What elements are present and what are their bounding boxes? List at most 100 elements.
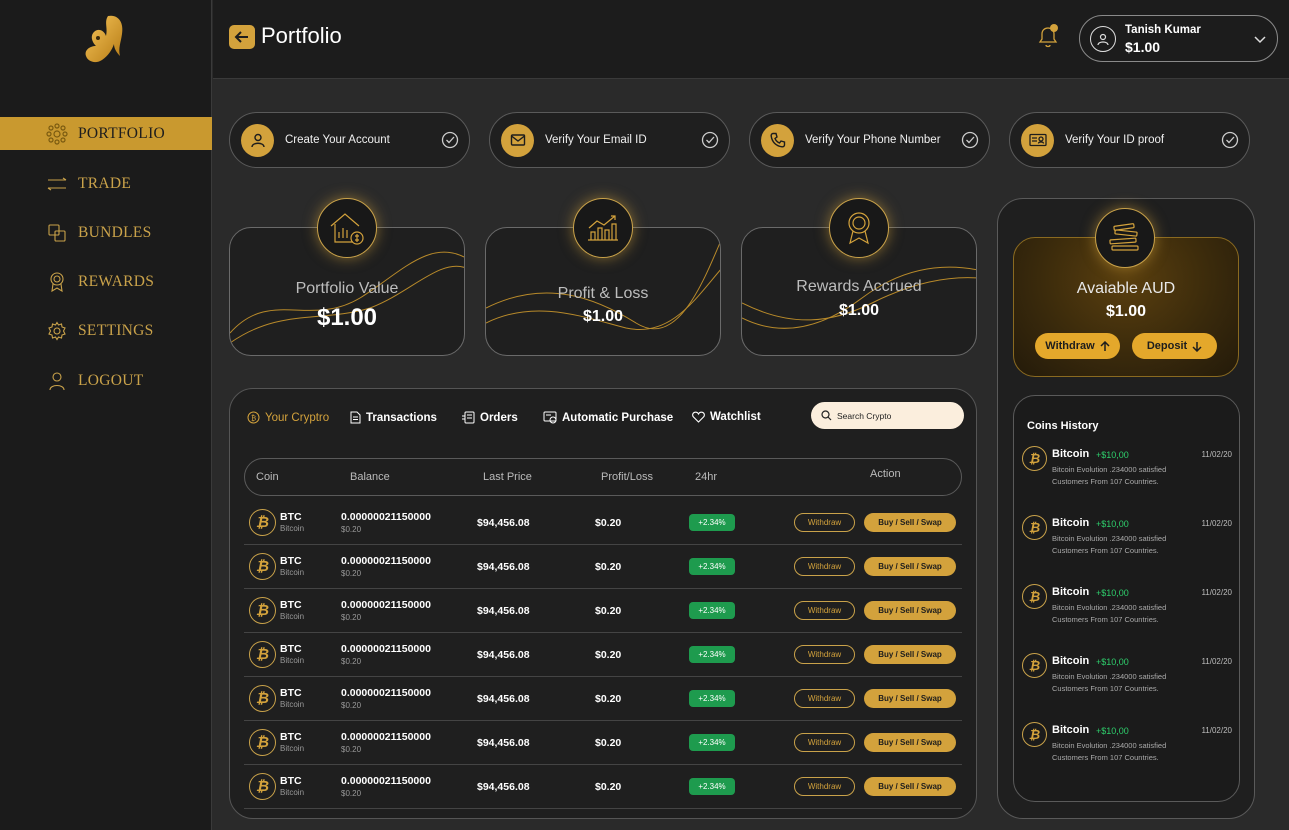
coin-symbol: BTC	[280, 687, 302, 699]
history-description: Bitcoin Evolution .234000 satisfied Cust…	[1052, 603, 1167, 624]
sidebar-item-logout[interactable]: LOGOUT	[0, 364, 212, 397]
sidebar-item-settings[interactable]: SETTINGS	[0, 314, 212, 347]
tab-watchlist[interactable]: Watchlist	[692, 411, 761, 423]
coin-balance-fiat: $0.20	[341, 701, 362, 710]
last-price: $94,456.08	[477, 605, 530, 617]
history-date: 11/02/20	[1201, 519, 1232, 528]
history-item[interactable]: ₿ Bitcoin +$10,00 11/02/20 Bitcoin Evolution…	[1022, 446, 1232, 496]
column-header: Last Price	[483, 471, 532, 483]
stat-value: $1.00	[838, 302, 880, 319]
table-row: ₿ BTC Bitcoin 0.00000021150000 $0.20 $94,456.…	[244, 501, 962, 545]
page-title: Portfolio	[261, 23, 342, 48]
id-card-icon	[1021, 123, 1054, 157]
brand-logo[interactable]	[78, 12, 130, 66]
buy-sell-swap-button[interactable]: Buy / Sell / Swap	[864, 513, 956, 532]
tab-transactions[interactable]: Transactions	[350, 411, 437, 424]
history-change: +$10,00	[1096, 450, 1129, 460]
coin-name: Bitcoin	[280, 700, 305, 709]
mail-icon	[501, 123, 534, 157]
search-icon	[821, 410, 832, 421]
buy-sell-swap-button[interactable]: Buy / Sell / Swap	[864, 645, 956, 664]
history-item[interactable]: ₿ Bitcoin +$10,00 11/02/20 Bitcoin Evolution…	[1022, 584, 1232, 634]
search-input[interactable]: Search Crypto	[811, 402, 964, 429]
row-withdraw-button[interactable]: Withdraw	[794, 689, 855, 708]
last-price: $94,456.08	[477, 517, 530, 529]
column-header: Coin	[256, 471, 279, 483]
history-description: Bitcoin Evolution .234000 satisfied Cust…	[1052, 741, 1167, 762]
buy-sell-swap-button[interactable]: Buy / Sell / Swap	[864, 733, 956, 752]
user-menu[interactable]: Tanish Kumar $1.00	[1079, 15, 1278, 62]
tab-label: Transactions	[366, 411, 437, 424]
step-verify-phone[interactable]: Verify Your Phone Number	[749, 112, 990, 168]
bitcoin-icon: ₿	[249, 641, 276, 668]
buy-sell-swap-button[interactable]: Buy / Sell / Swap	[864, 601, 956, 620]
aud-medal	[1095, 208, 1155, 268]
sidebar-item-rewards[interactable]: REWARDS	[0, 265, 212, 298]
change-badge: +2.34%	[689, 778, 735, 795]
profit-loss: $0.20	[595, 781, 622, 793]
bitcoin-icon: ₿	[1022, 584, 1047, 609]
step-verify-id[interactable]: Verify Your ID proof	[1009, 112, 1250, 168]
history-coin-name: Bitcoin	[1052, 724, 1090, 736]
row-withdraw-button[interactable]: Withdraw	[794, 645, 855, 664]
row-withdraw-button[interactable]: Withdraw	[794, 513, 855, 532]
trade-icon	[44, 173, 70, 195]
history-coin-name: Bitcoin	[1052, 655, 1090, 667]
aud-value: $1.00	[1105, 303, 1147, 320]
tab-orders[interactable]: Orders	[461, 411, 518, 424]
coin-name: Bitcoin	[280, 524, 305, 533]
last-price: $94,456.08	[477, 737, 530, 749]
notification-bell-icon[interactable]	[1036, 22, 1062, 50]
tab-label: Watchlist	[710, 411, 761, 423]
history-item[interactable]: ₿ Bitcoin +$10,00 11/02/20 Bitcoin Evolution…	[1022, 653, 1232, 703]
coin-balance: 0.00000021150000	[341, 599, 431, 611]
profit-loss: $0.20	[595, 517, 622, 529]
tab-automatic-purchase[interactable]: Automatic Purchase	[543, 411, 673, 424]
coin-symbol: BTC	[280, 643, 302, 655]
coin-symbol: BTC	[280, 555, 302, 567]
table-row: ₿ BTC Bitcoin 0.00000021150000 $0.20 $94,456.…	[244, 633, 962, 677]
coin-balance: 0.00000021150000	[341, 775, 431, 787]
heart-icon	[692, 411, 705, 423]
step-create-account[interactable]: Create Your Account	[229, 112, 470, 168]
row-withdraw-button[interactable]: Withdraw	[794, 557, 855, 576]
step-label: Verify Your Email ID	[545, 134, 647, 146]
history-description: Bitcoin Evolution .234000 satisfied Cust…	[1052, 672, 1167, 693]
back-button[interactable]	[229, 25, 255, 49]
settings-icon	[44, 320, 70, 342]
history-date: 11/02/20	[1201, 450, 1232, 459]
arrow-down-icon	[1192, 341, 1202, 352]
coins-stack-icon	[1109, 223, 1139, 251]
deposit-button[interactable]: Deposit	[1132, 333, 1217, 359]
buy-sell-swap-button[interactable]: Buy / Sell / Swap	[864, 777, 956, 796]
stat-title: Rewards Accrued	[796, 278, 922, 295]
coin-symbol: BTC	[280, 731, 302, 743]
orders-icon	[461, 411, 475, 424]
row-withdraw-button[interactable]: Withdraw	[794, 777, 855, 796]
sidebar-item-trade[interactable]: TRADE	[0, 167, 212, 200]
buy-sell-swap-button[interactable]: Buy / Sell / Swap	[864, 557, 956, 576]
history-change: +$10,00	[1096, 657, 1129, 667]
last-price: $94,456.08	[477, 561, 530, 573]
check-circle-icon	[1221, 131, 1239, 149]
coin-balance-fiat: $0.20	[341, 789, 362, 798]
row-withdraw-button[interactable]: Withdraw	[794, 733, 855, 752]
sidebar-item-bundles[interactable]: BUNDLES	[0, 216, 212, 249]
award-ribbon-icon	[848, 212, 870, 245]
history-item[interactable]: ₿ Bitcoin +$10,00 11/02/20 Bitcoin Evolution…	[1022, 515, 1232, 565]
history-item[interactable]: ₿ Bitcoin +$10,00 11/02/20 Bitcoin Evolution…	[1022, 722, 1232, 772]
sidebar-item-portfolio[interactable]: PORTFOLIO	[0, 117, 212, 150]
step-verify-email[interactable]: Verify Your Email ID	[489, 112, 730, 168]
bitcoin-icon: ₿	[249, 773, 276, 800]
withdraw-button[interactable]: Withdraw	[1035, 333, 1120, 359]
tab-your-crypto[interactable]: ₿ Your Cryptro	[247, 411, 329, 424]
buy-sell-swap-button[interactable]: Buy / Sell / Swap	[864, 689, 956, 708]
sidebar-item-label: BUNDLES	[78, 223, 152, 241]
table-row: ₿ BTC Bitcoin 0.00000021150000 $0.20 $94,456.…	[244, 677, 962, 721]
bitcoin-icon: ₿	[1022, 653, 1047, 678]
tab-label: Automatic Purchase	[562, 411, 674, 424]
profit-medal	[573, 198, 633, 258]
step-label: Verify Your Phone Number	[805, 134, 941, 146]
row-withdraw-button[interactable]: Withdraw	[794, 601, 855, 620]
arrow-left-icon	[234, 31, 248, 43]
